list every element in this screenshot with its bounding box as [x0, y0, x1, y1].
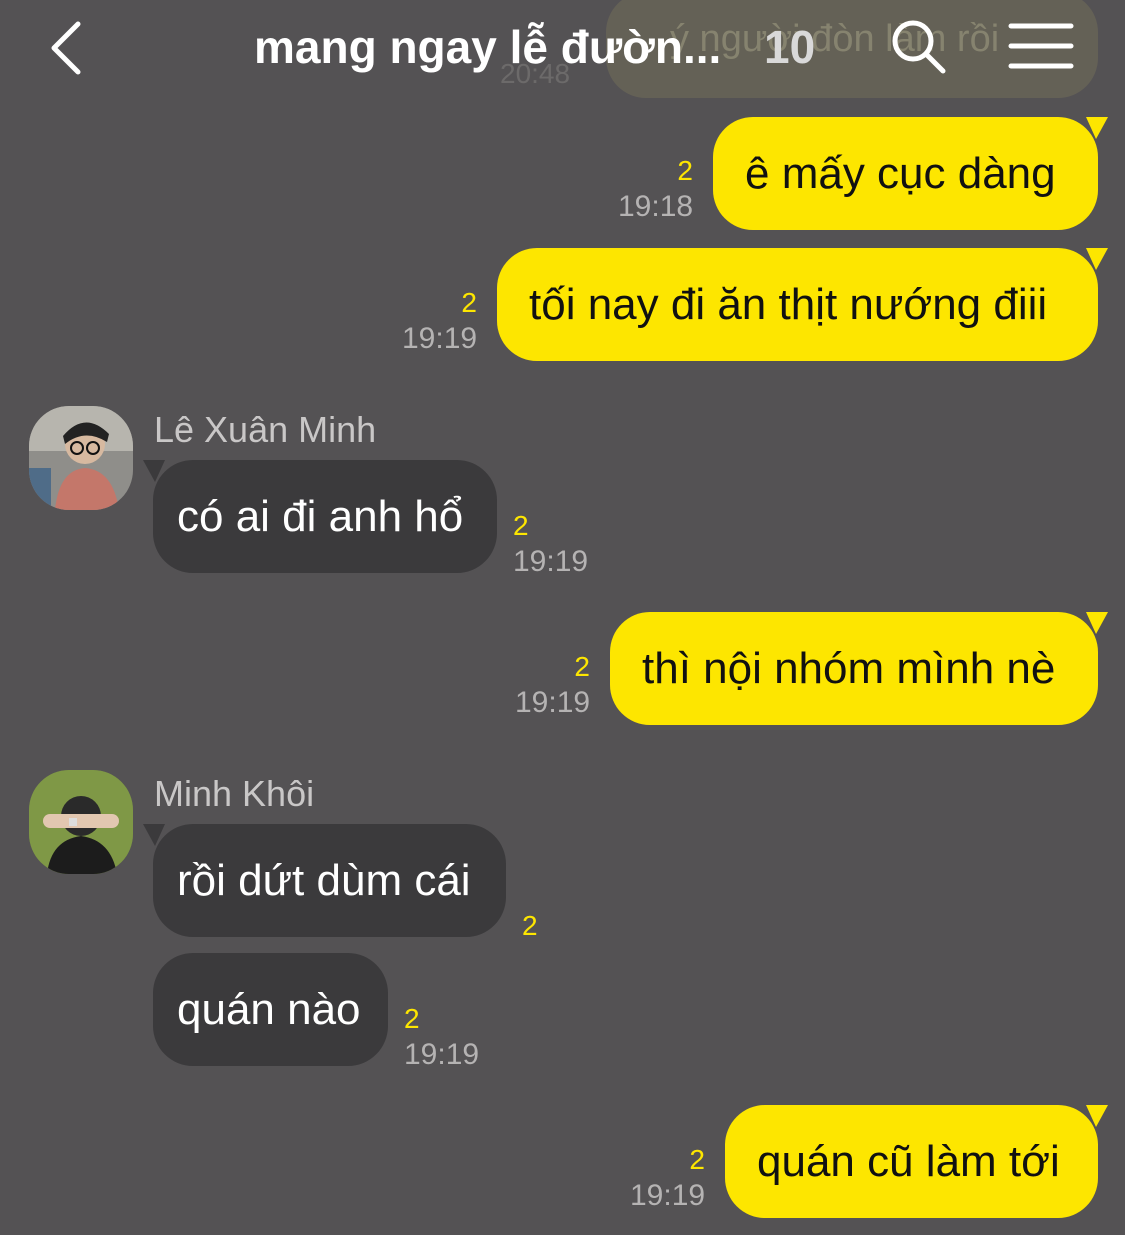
message-text: tối nay đi ăn thịt nướng điii: [529, 280, 1048, 329]
bubble-tail: [1086, 1105, 1108, 1127]
unread-count: 2: [404, 1003, 420, 1034]
sender-name: Lê Xuân Minh: [154, 409, 377, 450]
message-text: quán nào: [177, 985, 361, 1034]
member-count: 10: [764, 21, 816, 73]
incoming-message-bubble[interactable]: rồi dứt dùm cái: [143, 824, 506, 937]
hamburger-menu-icon[interactable]: [1008, 20, 1074, 70]
message-text: quán cũ làm tới: [757, 1137, 1060, 1186]
avatar[interactable]: [29, 406, 133, 510]
outgoing-message-bubble[interactable]: tối nay đi ăn thịt nướng điii: [497, 248, 1108, 361]
user-photo-icon: [29, 406, 133, 510]
chat-title[interactable]: mang ngay lễ đườn...: [254, 20, 721, 74]
bubble-tail: [1086, 248, 1108, 270]
bubble-tail: [1086, 117, 1108, 139]
message-time: 19:19: [515, 686, 591, 719]
message-text: thì nội nhóm mình nè: [642, 644, 1056, 693]
chevron-left-icon[interactable]: [44, 18, 94, 78]
avatar[interactable]: [29, 770, 133, 874]
incoming-message-bubble[interactable]: có ai đi anh hổ: [143, 460, 497, 573]
sender-name: Minh Khôi: [154, 773, 315, 814]
message-text: có ai đi anh hổ: [177, 492, 464, 541]
message-time: 19:19: [630, 1179, 706, 1212]
chat-header: ý người đòn làm rồi 20:48 mang ngay lễ đ…: [0, 0, 1125, 100]
message-text: ê mấy cục dàng: [745, 149, 1056, 198]
unread-count: 2: [461, 287, 477, 318]
outgoing-message-bubble[interactable]: thì nội nhóm mình nè: [610, 612, 1108, 725]
user-photo-icon: [29, 770, 133, 874]
message-time: 19:18: [618, 190, 694, 223]
unread-count: 2: [522, 910, 538, 941]
unread-count: 2: [689, 1144, 705, 1175]
unread-count: 2: [574, 651, 590, 682]
bubble-tail: [143, 824, 165, 846]
message-time: 19:19: [513, 545, 589, 578]
unread-count: 2: [513, 510, 529, 541]
search-icon[interactable]: [888, 16, 948, 76]
bubble-tail: [143, 460, 165, 482]
outgoing-message-bubble[interactable]: quán cũ làm tới: [725, 1105, 1108, 1218]
bubble-tail: [1086, 612, 1108, 634]
message-time: 19:19: [402, 322, 478, 355]
message-text: rồi dứt dùm cái: [177, 856, 471, 905]
unread-count: 2: [677, 155, 693, 186]
incoming-message-bubble[interactable]: quán nào: [153, 953, 388, 1066]
outgoing-message-bubble[interactable]: ê mấy cục dàng: [713, 117, 1108, 230]
message-time: 19:19: [404, 1038, 480, 1071]
